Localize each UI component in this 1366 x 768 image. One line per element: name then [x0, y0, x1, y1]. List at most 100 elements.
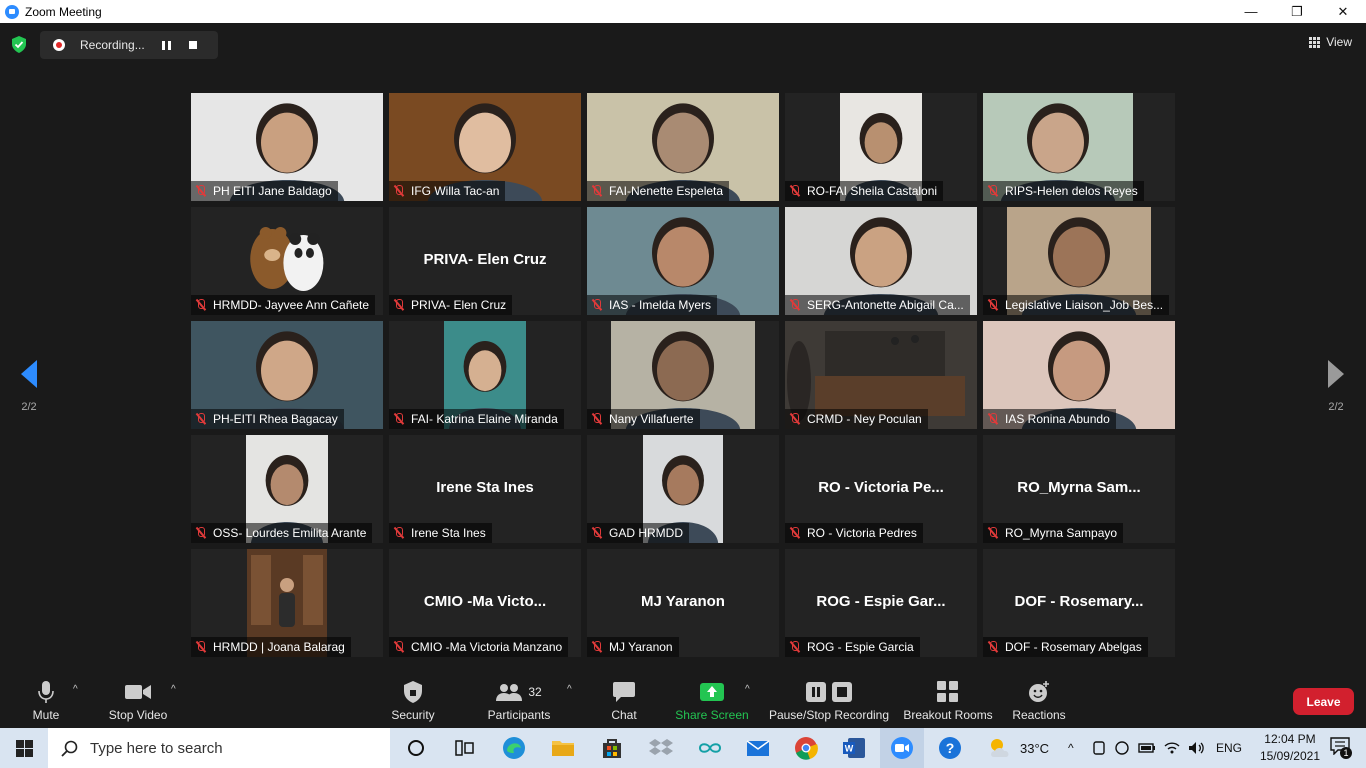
participant-name: Nany Villafuerte: [609, 412, 694, 426]
participant-name-label: RO - Victoria Pedres: [785, 523, 923, 543]
weather-widget[interactable]: 33°C: [988, 728, 1049, 768]
minimize-button[interactable]: —: [1228, 0, 1274, 23]
participant-tile[interactable]: RO - Victoria Pe... RO - Victoria Pedres: [785, 435, 977, 543]
share-screen-button[interactable]: Share Screen: [674, 680, 750, 722]
participant-tile[interactable]: ROG - Espie Gar... ROG - Espie Garcia: [785, 549, 977, 657]
start-button[interactable]: [0, 728, 48, 768]
cortana-icon[interactable]: [404, 736, 428, 760]
arduino-icon[interactable]: [698, 736, 722, 760]
participants-button[interactable]: 32 Participants: [486, 680, 552, 722]
participant-tile[interactable]: Nany Villafuerte: [587, 321, 779, 429]
participant-tile[interactable]: HRMDD | Joana Balarag: [191, 549, 383, 657]
participant-name: GAD HRMDD: [609, 526, 683, 540]
reactions-button[interactable]: Reactions: [1010, 680, 1068, 722]
file-explorer-icon[interactable]: [551, 736, 575, 760]
participant-name-label: SERG-Antonette Abigail Ca...: [785, 295, 970, 315]
participant-name: IAS Ronina Abundo: [1005, 412, 1110, 426]
input-language[interactable]: ENG: [1216, 741, 1242, 755]
participant-tile[interactable]: HRMDD- Jayvee Ann Cañete: [191, 207, 383, 315]
security-button[interactable]: Security: [388, 680, 438, 722]
word-icon[interactable]: W: [842, 736, 866, 760]
maximize-button[interactable]: ❐: [1274, 0, 1320, 23]
participant-tile[interactable]: PH-EITI Rhea Bagacay: [191, 321, 383, 429]
chat-button[interactable]: Chat: [604, 680, 644, 722]
battery-icon[interactable]: [1138, 742, 1156, 754]
taskbar-search-box[interactable]: Type here to search: [48, 728, 390, 768]
leave-button[interactable]: Leave: [1293, 688, 1354, 715]
muted-microphone-icon: [789, 413, 801, 425]
participant-name: Irene Sta Ines: [411, 526, 486, 540]
breakout-rooms-icon: [902, 680, 994, 704]
audio-options-chevron-icon[interactable]: ^: [73, 684, 78, 695]
mail-icon[interactable]: [746, 736, 770, 760]
participant-name-label: IAS - Imelda Myers: [587, 295, 718, 315]
close-button[interactable]: ✕: [1320, 0, 1366, 23]
help-icon[interactable]: ?: [938, 736, 962, 760]
participant-tile[interactable]: FAI- Katrina Elaine Miranda: [389, 321, 581, 429]
muted-microphone-icon: [987, 185, 999, 197]
participant-name-label: HRMDD- Jayvee Ann Cañete: [191, 295, 376, 315]
participant-name: IFG Willa Tac-an: [411, 184, 500, 198]
tray-overflow-chevron-icon[interactable]: ^: [1068, 741, 1080, 755]
participant-name-display: PRIVA- Elen Cruz: [423, 251, 547, 268]
view-button[interactable]: View: [1309, 35, 1352, 49]
participant-name-label: ROG - Espie Garcia: [785, 637, 920, 657]
share-options-chevron-icon[interactable]: ^: [745, 684, 750, 695]
task-view-icon[interactable]: [452, 736, 476, 760]
participant-tile[interactable]: IAS - Imelda Myers: [587, 207, 779, 315]
wifi-icon[interactable]: [1164, 741, 1180, 755]
participant-tile[interactable]: CMIO -Ma Victo... CMIO -Ma Victoria Manza…: [389, 549, 581, 657]
edge-browser-icon[interactable]: [502, 736, 526, 760]
next-page-button[interactable]: 2/2: [1321, 360, 1351, 413]
participant-tile[interactable]: IAS Ronina Abundo: [983, 321, 1175, 429]
participant-tile[interactable]: CRMD - Ney Poculan: [785, 321, 977, 429]
chrome-icon[interactable]: [794, 736, 818, 760]
search-icon: [61, 740, 78, 757]
participant-name: CMIO -Ma Victoria Manzano: [411, 640, 563, 654]
microphone-icon: [26, 680, 66, 704]
volume-icon[interactable]: [1188, 741, 1206, 755]
participant-tile[interactable]: PH EITI Jane Baldago: [191, 93, 383, 201]
participant-tile[interactable]: DOF - Rosemary... DOF - Rosemary Abelgas: [983, 549, 1175, 657]
participant-name: CRMD - Ney Poculan: [807, 412, 922, 426]
participants-options-chevron-icon[interactable]: ^: [567, 684, 572, 695]
participant-tile[interactable]: MJ Yaranon MJ Yaranon: [587, 549, 779, 657]
stop-recording-icon[interactable]: [189, 41, 197, 49]
zoom-taskbar-icon[interactable]: [890, 736, 914, 760]
breakout-rooms-button[interactable]: Breakout Rooms: [902, 680, 994, 722]
pause-stop-recording-label: Pause/Stop Recording: [768, 708, 890, 722]
participant-tile[interactable]: FAI-Nenette Espeleta: [587, 93, 779, 201]
participant-name: RO-FAI Sheila Castaloni: [807, 184, 938, 198]
taskbar-clock[interactable]: 12:04 PM 15/09/2021: [1260, 731, 1320, 765]
participant-tile[interactable]: OSS- Lourdes Emilita Arante: [191, 435, 383, 543]
muted-microphone-icon: [591, 185, 603, 197]
participant-tile[interactable]: GAD HRMDD: [587, 435, 779, 543]
participant-tile[interactable]: Irene Sta Ines Irene Sta Ines: [389, 435, 581, 543]
pause-stop-recording-button[interactable]: Pause/Stop Recording: [768, 680, 890, 722]
share-screen-icon: [674, 680, 750, 704]
participant-name-label: IFG Willa Tac-an: [389, 181, 506, 201]
previous-page-button[interactable]: 2/2: [14, 360, 44, 413]
stop-video-button[interactable]: Stop Video: [103, 680, 173, 722]
microsoft-store-icon[interactable]: [600, 736, 624, 760]
participant-tile[interactable]: PRIVA- Elen Cruz PRIVA- Elen Cruz: [389, 207, 581, 315]
device-icon[interactable]: [1092, 740, 1106, 756]
dropbox-icon[interactable]: [649, 736, 673, 760]
encryption-shield-icon[interactable]: [11, 36, 27, 53]
participant-name-label: PRIVA- Elen Cruz: [389, 295, 513, 315]
participant-tile[interactable]: RO-FAI Sheila Castaloni: [785, 93, 977, 201]
participant-tile[interactable]: Legislative Liaison_Job Bes...: [983, 207, 1175, 315]
participant-name-display: ROG - Espie Gar...: [816, 593, 946, 610]
video-options-chevron-icon[interactable]: ^: [171, 684, 176, 695]
sync-icon[interactable]: [1114, 741, 1130, 755]
participant-tile[interactable]: RIPS-Helen delos Reyes: [983, 93, 1175, 201]
muted-microphone-icon: [591, 413, 603, 425]
mute-button[interactable]: Mute: [26, 680, 66, 722]
participant-tile[interactable]: IFG Willa Tac-an: [389, 93, 581, 201]
notifications-button[interactable]: 1: [1330, 737, 1352, 759]
participant-tile[interactable]: SERG-Antonette Abigail Ca...: [785, 207, 977, 315]
breakout-rooms-label: Breakout Rooms: [903, 708, 993, 722]
pause-recording-icon[interactable]: [162, 40, 171, 50]
participant-name: FAI-Nenette Espeleta: [609, 184, 724, 198]
participant-tile[interactable]: RO_Myrna Sam... RO_Myrna Sampayo: [983, 435, 1175, 543]
